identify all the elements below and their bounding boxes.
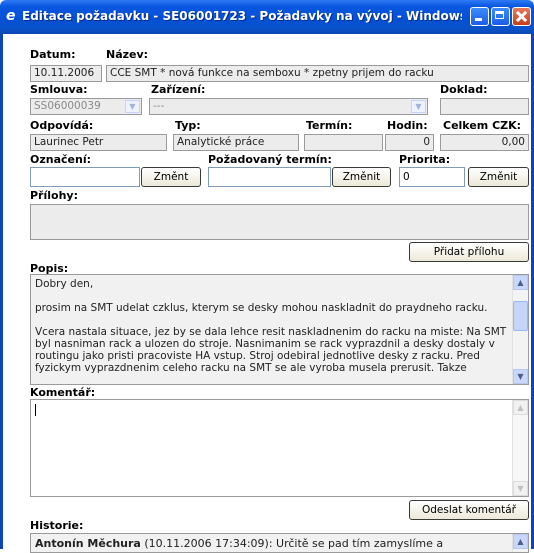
nazev-label: Název: <box>106 48 149 61</box>
oznaceni-label: Označení: <box>30 153 91 166</box>
popis-textarea[interactable]: Dobry den, prosim na SMT udelat czklus, … <box>30 274 529 385</box>
termin-label: Termín: <box>306 119 353 132</box>
doklad-label: Doklad: <box>440 83 488 96</box>
doklad-field <box>440 98 529 115</box>
popis-scrollbar[interactable]: ▲ ▼ <box>512 275 528 384</box>
window-content: Datum: Název: 10.11.2006 CCE SMT * nová … <box>0 34 534 553</box>
priorita-label: Priorita: <box>399 153 451 166</box>
komentar-textarea[interactable]: ▲ ▼ <box>30 399 529 497</box>
pozadovany-termin-input[interactable] <box>208 167 331 187</box>
scroll-down-icon[interactable]: ▼ <box>513 481 528 496</box>
historie-list: Antonín Měchura (10.11.2006 17:34:09): U… <box>30 533 529 553</box>
title-bar: e Editace požadavku - SE06001723 - Požad… <box>0 0 534 34</box>
window-title: Editace požadavku - SE06001723 - Požadav… <box>22 9 462 23</box>
historie-label: Historie: <box>30 519 84 532</box>
hodin-field: 0 <box>385 134 434 151</box>
zarizeni-select[interactable]: --- ▼ <box>149 98 428 115</box>
chevron-down-icon: ▼ <box>411 100 426 113</box>
hodin-label: Hodin: <box>387 119 428 132</box>
scroll-up-icon[interactable]: ▲ <box>513 534 528 549</box>
scroll-down-icon[interactable]: ▼ <box>513 369 528 384</box>
smlouva-label: Smlouva: <box>30 83 88 96</box>
minimize-button[interactable] <box>470 7 489 26</box>
celkem-label: Celkem CZK: <box>443 119 522 132</box>
typ-field: Analytické práce <box>173 134 299 151</box>
chevron-down-icon: ▼ <box>125 100 140 113</box>
send-comment-button[interactable]: Odeslat komentář <box>409 500 529 520</box>
historie-scrollbar[interactable]: ▲ <box>512 534 528 552</box>
priorita-change-button[interactable]: Změnit <box>468 167 529 187</box>
popis-paragraph: Dobry den, <box>35 278 94 290</box>
historie-entry: Antonín Měchura (10.11.2006 17:34:09): U… <box>35 537 443 550</box>
close-button[interactable] <box>512 7 531 26</box>
zarizeni-label: Zařízení: <box>151 83 206 96</box>
historie-text: (10.11.2006 17:34:09): Určitě se pad tím… <box>144 537 444 550</box>
nazev-field: CCE SMT * nová funkce na semboxu * zpetn… <box>106 65 529 82</box>
datum-label: Datum: <box>30 48 76 61</box>
popis-paragraph: Vcera nastala situace, jez by se dala le… <box>35 326 507 374</box>
odpovida-label: Odpovídá: <box>30 119 94 132</box>
internet-explorer-icon: e <box>6 8 16 24</box>
celkem-field: 0,00 <box>440 134 529 151</box>
maximize-button[interactable] <box>491 7 510 26</box>
oznaceni-input[interactable] <box>30 167 140 187</box>
popis-text: Dobry den, prosim na SMT udelat czklus, … <box>35 278 508 386</box>
add-attachment-button[interactable]: Přidat přílohu <box>409 242 529 262</box>
termin-field <box>304 134 383 151</box>
popis-paragraph: prosim na SMT udelat czklus, kterym se d… <box>35 302 488 314</box>
pozadovany-termin-change-button[interactable]: Změnit <box>332 167 391 187</box>
smlouva-value: SS06000039 <box>34 100 101 112</box>
typ-label: Typ: <box>175 119 201 132</box>
scroll-up-icon[interactable]: ▲ <box>513 400 528 415</box>
scroll-up-icon[interactable]: ▲ <box>513 275 528 290</box>
prilohy-list <box>30 204 529 240</box>
odpovida-field: Laurinec Petr <box>30 134 167 151</box>
text-cursor <box>35 404 36 416</box>
smlouva-select[interactable]: SS06000039 ▼ <box>30 98 142 115</box>
komentar-scrollbar[interactable]: ▲ ▼ <box>512 400 528 496</box>
priorita-input[interactable]: 0 <box>399 167 465 187</box>
prilohy-label: Přílohy: <box>30 189 78 202</box>
zarizeni-value: --- <box>153 100 165 112</box>
oznaceni-change-button[interactable]: Změnt <box>141 167 201 187</box>
pozadovany-termin-label: Požadovaný termín: <box>208 153 332 166</box>
scroll-thumb[interactable] <box>513 301 528 331</box>
historie-author: Antonín Měchura <box>35 537 141 550</box>
komentar-label: Komentář: <box>30 386 96 399</box>
datum-field: 10.11.2006 <box>30 65 102 82</box>
